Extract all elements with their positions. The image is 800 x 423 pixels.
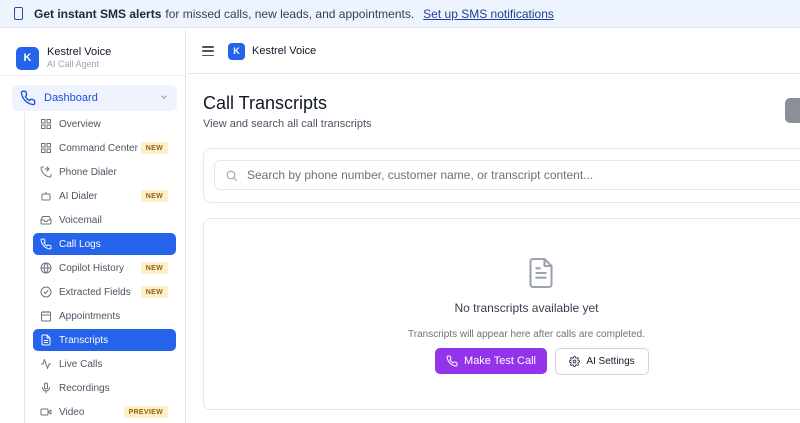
sidebar-item-command-center[interactable]: Command Center NEW xyxy=(33,137,176,159)
sidebar-item-call-logs[interactable]: Call Logs xyxy=(33,233,176,255)
sidebar-item-overview[interactable]: Overview xyxy=(33,113,176,135)
calendar-icon xyxy=(41,311,51,322)
sidebar-item-label: Video xyxy=(59,406,85,418)
sidebar-item-transcripts[interactable]: Transcripts xyxy=(33,329,176,351)
sidebar-item-label: Voicemail xyxy=(59,214,102,226)
search-box[interactable] xyxy=(214,160,800,190)
header-logo: K xyxy=(228,42,245,60)
smartphone-icon xyxy=(14,7,23,20)
empty-state-card: No transcripts available yet Transcripts… xyxy=(203,218,800,410)
gear-icon xyxy=(569,356,581,367)
sidebar-section-label: Dashboard xyxy=(44,92,98,104)
banner-text: for missed calls, new leads, and appoint… xyxy=(165,6,415,21)
main-content: Call Transcripts View and search all cal… xyxy=(187,75,800,423)
phone-icon xyxy=(40,238,52,250)
new-badge: NEW xyxy=(140,142,168,154)
sidebar-item-appointments[interactable]: Appointments xyxy=(33,305,176,327)
sidebar-item-label: Phone Dialer xyxy=(59,166,117,178)
sms-alert-banner: Get instant SMS alerts for missed calls,… xyxy=(0,0,800,28)
menu-icon[interactable] xyxy=(202,46,214,56)
sidebar-item-phone-dialer[interactable]: Phone Dialer xyxy=(33,161,176,183)
chevron-down-icon xyxy=(161,95,167,99)
sidebar-item-copilot-history[interactable]: Copilot History NEW xyxy=(33,257,176,279)
grid-icon xyxy=(41,119,51,129)
grid-icon xyxy=(41,143,51,153)
sidebar-item-label: Overview xyxy=(59,118,101,130)
search-icon xyxy=(226,170,237,181)
sidebar-brand[interactable]: K Kestrel Voice AI Call Agent xyxy=(0,29,185,75)
phone-icon xyxy=(446,355,458,367)
nav-tree-line xyxy=(24,113,25,423)
sidebar-item-video[interactable]: Video PREVIEW xyxy=(33,401,176,423)
globe-icon xyxy=(40,262,52,274)
sidebar-item-label: Transcripts xyxy=(59,334,109,346)
sidebar-item-live-calls[interactable]: Live Calls xyxy=(33,353,176,375)
activity-icon xyxy=(41,359,51,369)
sidebar-item-ai-dialer[interactable]: AI Dialer NEW xyxy=(33,185,176,207)
brand-name: Kestrel Voice xyxy=(47,46,112,58)
search-card xyxy=(203,148,800,203)
new-badge: NEW xyxy=(140,262,168,274)
sidebar-item-label: Recordings xyxy=(59,382,110,394)
phone-forward-icon xyxy=(40,166,52,178)
sidebar-item-label: Command Center xyxy=(59,142,138,154)
inbox-icon xyxy=(40,216,52,225)
check-circle-icon xyxy=(40,286,52,298)
mic-icon xyxy=(42,382,50,394)
brand-subtitle: AI Call Agent xyxy=(47,59,100,69)
make-test-call-label: Make Test Call xyxy=(464,355,536,367)
video-icon xyxy=(40,408,52,416)
new-badge: NEW xyxy=(140,190,168,202)
search-input[interactable] xyxy=(247,168,767,182)
bot-icon xyxy=(41,192,51,201)
sidebar-item-label: Copilot History xyxy=(59,262,125,274)
sidebar-item-label: Live Calls xyxy=(59,358,103,370)
top-header: K Kestrel Voice xyxy=(187,29,800,74)
sidebar-item-label: Extracted Fields xyxy=(59,286,131,298)
document-icon xyxy=(41,334,51,346)
ai-settings-label: AI Settings xyxy=(586,356,635,367)
sms-setup-link[interactable]: Set up SMS notifications xyxy=(423,7,554,21)
new-badge: NEW xyxy=(140,286,168,298)
phone-icon xyxy=(20,90,36,106)
make-test-call-button[interactable]: Make Test Call xyxy=(435,348,547,374)
banner-bold-text: Get instant SMS alerts xyxy=(34,6,162,21)
empty-state-subtitle: Transcripts will appear here after calls… xyxy=(408,329,645,340)
sidebar-item-label: Appointments xyxy=(59,310,121,322)
sidebar-item-voicemail[interactable]: Voicemail xyxy=(33,209,176,231)
page-title: Call Transcripts xyxy=(203,93,328,113)
sidebar: K Kestrel Voice AI Call Agent Dashboard … xyxy=(0,29,186,423)
sidebar-item-label: Call Logs xyxy=(59,238,101,250)
document-icon xyxy=(529,257,553,289)
sidebar-item-extracted-fields[interactable]: Extracted Fields NEW xyxy=(33,281,176,303)
sidebar-item-label: AI Dialer xyxy=(59,190,98,202)
preview-badge: PREVIEW xyxy=(123,406,168,418)
sidebar-section-dashboard[interactable]: Dashboard xyxy=(12,85,177,111)
divider xyxy=(0,75,185,76)
brand-logo: K xyxy=(16,46,39,70)
empty-state-title: No transcripts available yet xyxy=(454,301,599,315)
ai-settings-button[interactable]: AI Settings xyxy=(555,348,649,375)
header-action-button[interactable] xyxy=(785,98,800,123)
header-title: Kestrel Voice xyxy=(252,45,317,57)
sidebar-item-recordings[interactable]: Recordings xyxy=(33,377,176,399)
page-subtitle: View and search all call transcripts xyxy=(203,118,372,130)
